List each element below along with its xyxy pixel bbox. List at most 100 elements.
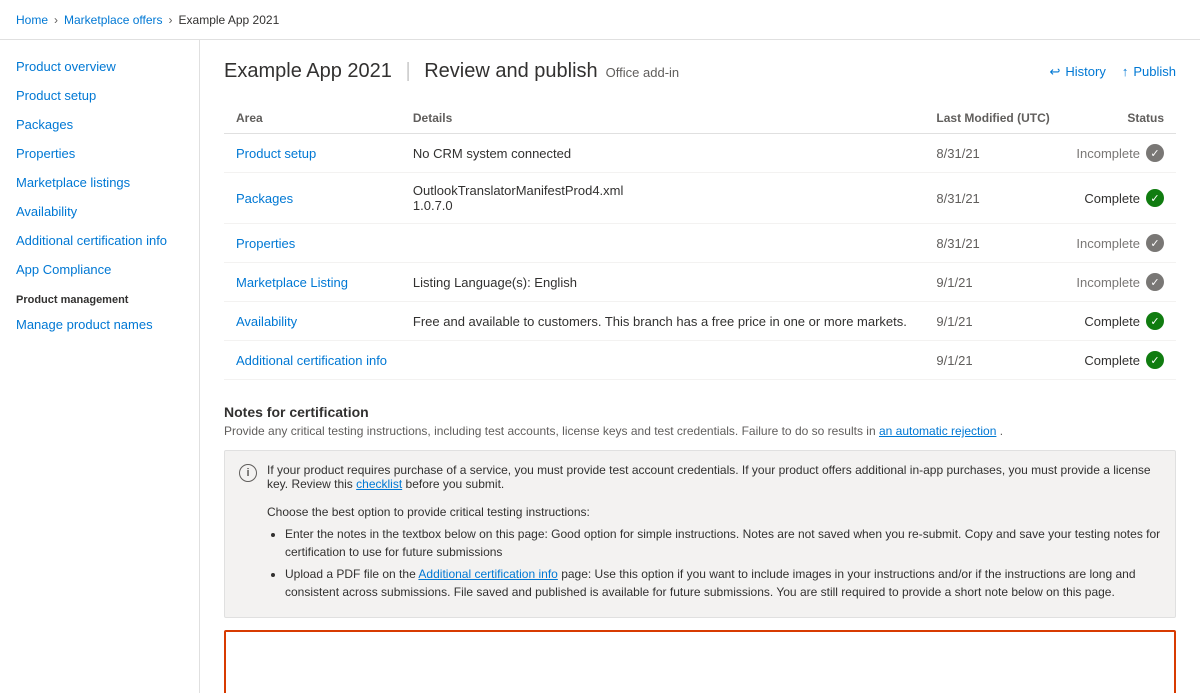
- top-bar: Home › Marketplace offers › Example App …: [0, 0, 1200, 40]
- header-actions: ↩ History ↑ Publish: [1050, 64, 1177, 80]
- table-cell-modified: 9/1/21: [924, 263, 1063, 302]
- page-header: Example App 2021 | Review and publish Of…: [224, 60, 1176, 83]
- table-cell-area: Additional certification info: [224, 341, 401, 380]
- table-row: Additional certification info9/1/21Compl…: [224, 341, 1176, 380]
- sidebar-item-manage-product-names[interactable]: Manage product names: [0, 310, 199, 339]
- status-text: Incomplete: [1076, 146, 1140, 161]
- status-icon-complete: ✓: [1146, 351, 1164, 369]
- table-cell-details: [401, 341, 925, 380]
- status-text: Incomplete: [1076, 275, 1140, 290]
- table-cell-status: Incomplete ✓: [1063, 263, 1176, 302]
- col-last-modified: Last Modified (UTC): [924, 103, 1063, 134]
- bullet-1: Enter the notes in the textbox below on …: [285, 525, 1161, 561]
- table-cell-details: Listing Language(s): English: [401, 263, 925, 302]
- sidebar-item-product-setup[interactable]: Product setup: [0, 81, 199, 110]
- publish-icon: ↑: [1122, 64, 1129, 79]
- page-badge: Office add-in: [606, 65, 679, 80]
- col-status: Status: [1063, 103, 1176, 134]
- breadcrumb-marketplace[interactable]: Marketplace offers: [64, 13, 163, 27]
- table-cell-details: No CRM system connected: [401, 134, 925, 173]
- table-cell-modified: 8/31/21: [924, 224, 1063, 263]
- breadcrumb: Home › Marketplace offers › Example App …: [16, 13, 279, 27]
- page-title: Example App 2021 | Review and publish: [224, 60, 598, 83]
- layout: Product overview Product setup Packages …: [0, 40, 1200, 693]
- notes-section: Notes for certification Provide any crit…: [224, 404, 1176, 693]
- sidebar-item-marketplace-listings[interactable]: Marketplace listings: [0, 168, 199, 197]
- review-table: Area Details Last Modified (UTC) Status …: [224, 103, 1176, 380]
- status-text: Incomplete: [1076, 236, 1140, 251]
- history-label: History: [1065, 64, 1105, 79]
- sidebar-item-properties[interactable]: Properties: [0, 139, 199, 168]
- table-cell-area: Availability: [224, 302, 401, 341]
- table-cell-modified: 9/1/21: [924, 341, 1063, 380]
- breadcrumb-sep2: ›: [169, 13, 173, 27]
- header-publish-button[interactable]: ↑ Publish: [1122, 64, 1176, 79]
- table-row: Product setup No CRM system connected8/31…: [224, 134, 1176, 173]
- table-cell-details: OutlookTranslatorManifestProd4.xml1.0.7.…: [401, 173, 925, 224]
- breadcrumb-current: Example App 2021: [179, 13, 280, 27]
- info-text-end2: before you submit.: [406, 477, 505, 491]
- status-icon-incomplete: ✓: [1146, 234, 1164, 252]
- area-link[interactable]: Marketplace Listing: [236, 275, 348, 290]
- notes-title: Notes for certification: [224, 404, 1176, 420]
- sidebar-section-product-management: Product management: [0, 284, 199, 310]
- app-name: Example App 2021: [224, 60, 392, 82]
- table-cell-details: [401, 224, 925, 263]
- sidebar-item-packages[interactable]: Packages: [0, 110, 199, 139]
- status-text: Complete: [1084, 353, 1140, 368]
- title-separator: |: [405, 60, 416, 82]
- breadcrumb-home[interactable]: Home: [16, 13, 48, 27]
- area-link[interactable]: Packages: [236, 191, 293, 206]
- area-link[interactable]: Product setup: [236, 146, 316, 161]
- header-publish-label: Publish: [1133, 64, 1176, 79]
- history-icon: ↩: [1050, 64, 1061, 80]
- additional-cert-link[interactable]: Additional certification info: [418, 567, 557, 581]
- table-cell-modified: 8/31/21: [924, 134, 1063, 173]
- table-row: Marketplace Listing Listing Language(s): …: [224, 263, 1176, 302]
- status-icon-complete: ✓: [1146, 312, 1164, 330]
- history-button[interactable]: ↩ History: [1050, 64, 1106, 80]
- table-cell-modified: 9/1/21: [924, 302, 1063, 341]
- sidebar-item-additional-certification[interactable]: Additional certification info: [0, 226, 199, 255]
- table-cell-area: Product setup: [224, 134, 401, 173]
- table-cell-status: Complete ✓: [1063, 173, 1176, 224]
- breadcrumb-sep1: ›: [54, 13, 58, 27]
- sidebar-item-availability[interactable]: Availability: [0, 197, 199, 226]
- sidebar-item-product-overview[interactable]: Product overview: [0, 52, 199, 81]
- notes-textarea[interactable]: [224, 630, 1176, 693]
- checklist-link[interactable]: checklist: [356, 477, 402, 491]
- table-cell-area: Marketplace Listing: [224, 263, 401, 302]
- table-cell-details: Free and available to customers. This br…: [401, 302, 925, 341]
- table-cell-area: Properties: [224, 224, 401, 263]
- col-details: Details: [401, 103, 925, 134]
- area-link[interactable]: Properties: [236, 236, 295, 251]
- status-text: Complete: [1084, 314, 1140, 329]
- info-box: i If your product requires purchase of a…: [224, 450, 1176, 618]
- table-cell-status: Complete ✓: [1063, 341, 1176, 380]
- status-icon-complete: ✓: [1146, 189, 1164, 207]
- auto-rejection-link[interactable]: an automatic rejection: [879, 424, 996, 438]
- review-title: Review and publish: [424, 60, 597, 82]
- table-cell-status: Incomplete ✓: [1063, 224, 1176, 263]
- table-cell-area: Packages: [224, 173, 401, 224]
- table-cell-status: Incomplete ✓: [1063, 134, 1176, 173]
- choose-label: Choose the best option to provide critic…: [267, 505, 590, 519]
- table-cell-status: Complete ✓: [1063, 302, 1176, 341]
- table-row: Availability Free and available to custom…: [224, 302, 1176, 341]
- area-link[interactable]: Availability: [236, 314, 297, 329]
- area-link[interactable]: Additional certification info: [236, 353, 387, 368]
- col-area: Area: [224, 103, 401, 134]
- notes-description: Provide any critical testing instruction…: [224, 424, 1176, 438]
- table-row: Properties 8/31/21 Incomplete ✓: [224, 224, 1176, 263]
- status-text: Complete: [1084, 191, 1140, 206]
- main-content: Example App 2021 | Review and publish Of…: [200, 40, 1200, 693]
- bullet-2: Upload a PDF file on the Additional cert…: [285, 565, 1161, 601]
- sidebar: Product overview Product setup Packages …: [0, 40, 200, 693]
- info-content: If your product requires purchase of a s…: [267, 463, 1161, 605]
- status-icon-incomplete: ✓: [1146, 273, 1164, 291]
- sidebar-item-app-compliance[interactable]: App Compliance: [0, 255, 199, 284]
- table-cell-modified: 8/31/21: [924, 173, 1063, 224]
- status-icon-incomplete: ✓: [1146, 144, 1164, 162]
- info-icon: i: [239, 464, 257, 482]
- table-row: Packages OutlookTranslatorManifestProd4.x…: [224, 173, 1176, 224]
